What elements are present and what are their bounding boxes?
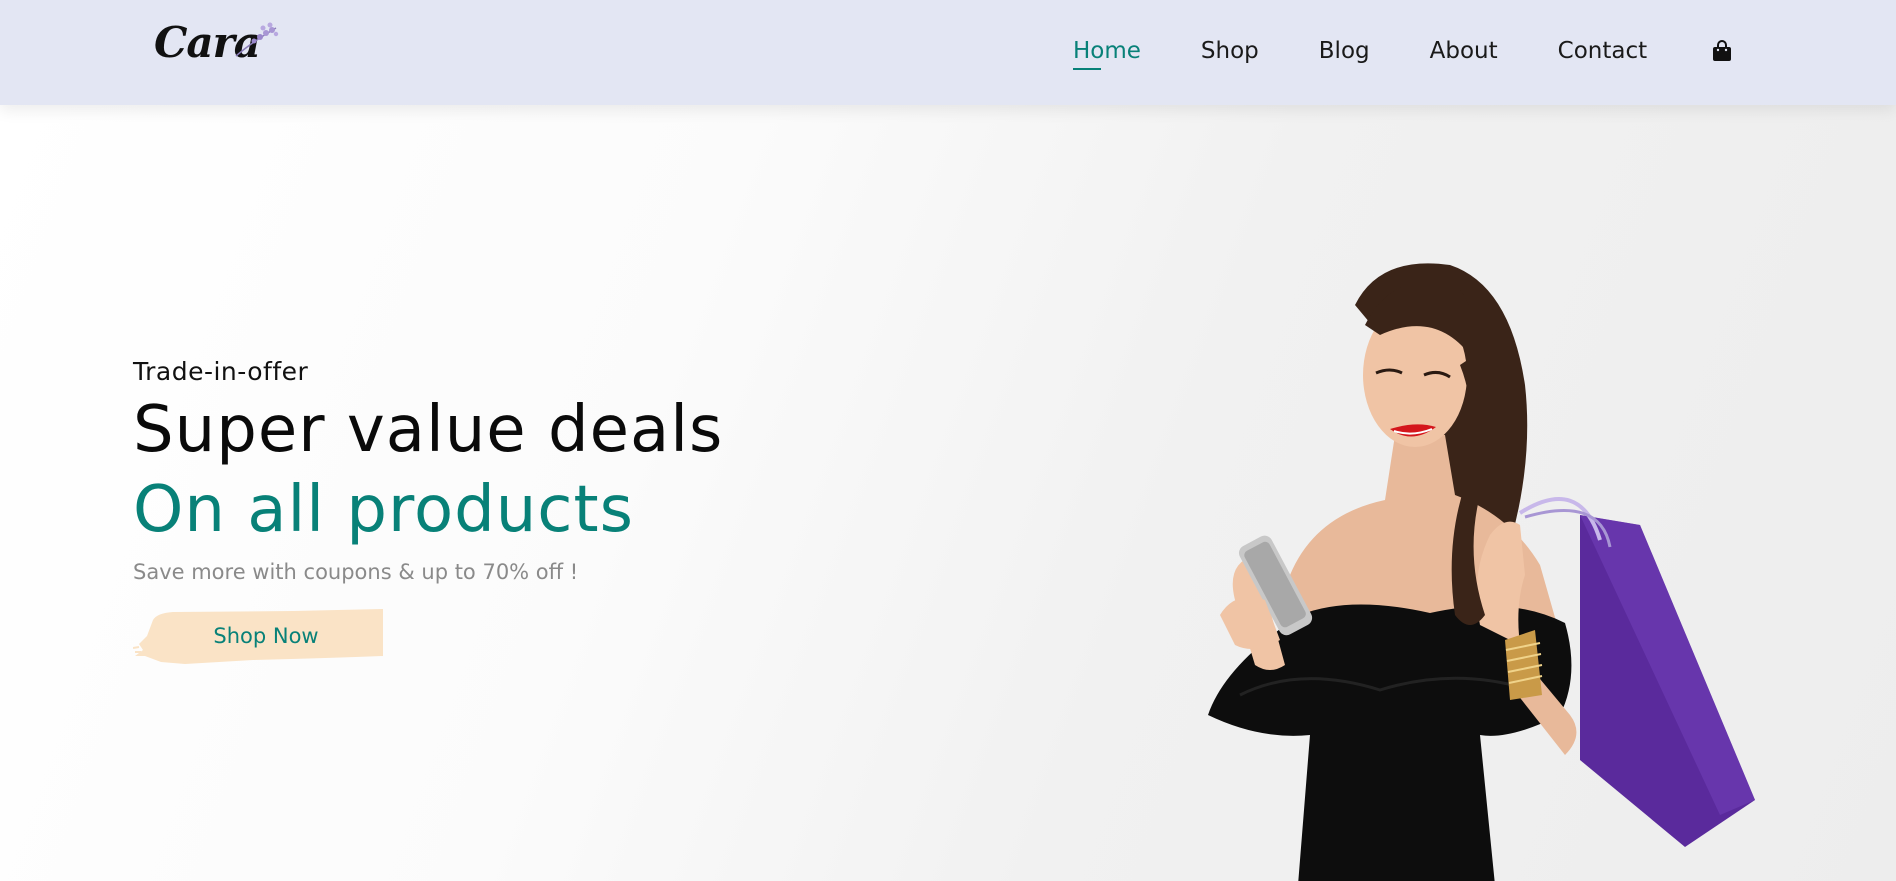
hero-section: Trade-in-offer Super value deals On all …: [0, 105, 1896, 881]
site-header: Cara Home Shop Blog About Contact: [0, 0, 1896, 105]
nav-home[interactable]: Home: [1073, 34, 1141, 70]
shopping-bag-icon: [1713, 40, 1732, 61]
brand-logo[interactable]: Cara: [154, 18, 284, 74]
hero-text: Trade-in-offer Super value deals On all …: [133, 357, 723, 666]
hero-headline: Super value deals: [133, 393, 724, 467]
nav-shop[interactable]: Shop: [1201, 34, 1259, 68]
cart-button[interactable]: [1707, 34, 1737, 68]
nav-contact[interactable]: Contact: [1558, 34, 1647, 68]
nav-about[interactable]: About: [1430, 34, 1498, 68]
shop-now-label: Shop Now: [213, 624, 319, 648]
shop-now-button[interactable]: Shop Now: [133, 606, 385, 666]
hero-eyebrow: Trade-in-offer: [133, 357, 309, 386]
nav-blog[interactable]: Blog: [1319, 34, 1370, 68]
hero-subheadline: On all products: [133, 473, 634, 547]
hero-model-image: [1208, 263, 1755, 881]
hero-description: Save more with coupons & up to 70% off !: [133, 560, 579, 584]
lavender-sprig-icon: [235, 22, 279, 57]
main-nav: Home Shop Blog About Contact: [1073, 34, 1737, 70]
